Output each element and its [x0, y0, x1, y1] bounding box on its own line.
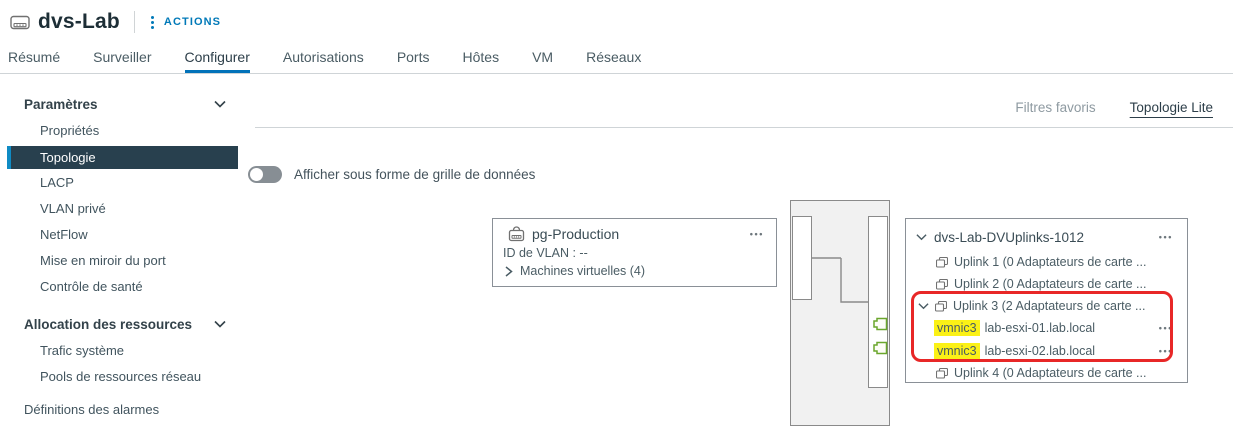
uplink4-row[interactable]: Uplink 4 (0 Adaptateurs de carte ... — [906, 363, 1187, 383]
actions-menu-button[interactable]: ACTIONS — [164, 16, 221, 28]
portgroup-ellipsis-button[interactable]: ••• — [750, 230, 764, 239]
chevron-right-icon — [505, 265, 513, 277]
uplink1-row[interactable]: Uplink 1 (0 Adaptateurs de carte ... — [906, 252, 1187, 272]
uplink-port-icon — [936, 278, 948, 290]
page-title: dvs-Lab — [38, 10, 120, 33]
sidebar-item-pools-ressources[interactable]: Pools de ressources réseau — [0, 364, 248, 390]
header-divider — [133, 11, 135, 33]
uplinks-box: dvs-Lab-DVUplinks-1012 ••• Uplink 1 (0 A… — [905, 218, 1188, 383]
sidebar-item-proprietes[interactable]: Propriétés — [0, 118, 248, 144]
uplinks-header[interactable]: dvs-Lab-DVUplinks-1012 ••• — [906, 227, 1187, 247]
tab-autorisations[interactable]: Autorisations — [283, 44, 364, 73]
uplinks-ellipsis-button[interactable]: ••• — [1159, 233, 1173, 242]
sidebar-section-label: Allocation des ressources — [24, 316, 193, 332]
virtual-machines-label: Machines virtuelles (4) — [520, 264, 646, 278]
topology-lite-link[interactable]: Topologie Lite — [1130, 100, 1213, 115]
uplink-port-icon — [936, 256, 948, 268]
distributed-switch-icon — [10, 15, 30, 30]
sidebar-item-definitions-alarmes[interactable]: Définitions des alarmes — [0, 396, 248, 423]
tab-surveiller[interactable]: Surveiller — [93, 44, 151, 73]
grid-view-toggle[interactable] — [248, 166, 282, 183]
host-label: lab-esxi-01.lab.local — [984, 321, 1096, 335]
content-divider — [255, 127, 1233, 128]
view-controls: Filtres favoris Topologie Lite — [1015, 100, 1213, 115]
host-label: lab-esxi-02.lab.local — [984, 344, 1096, 358]
vmnic-row[interactable]: vmnic3 lab-esxi-02.lab.local ••• — [906, 341, 1187, 361]
sidebar-item-lacp[interactable]: LACP — [0, 170, 248, 196]
tab-configurer[interactable]: Configurer — [184, 44, 250, 73]
uplink-port-icon — [935, 300, 947, 312]
tab-bar: Résumé Surveiller Configurer Autorisatio… — [0, 44, 1233, 74]
chevron-down-icon[interactable] — [916, 233, 927, 241]
grid-view-toggle-label: Afficher sous forme de grille de données — [294, 167, 536, 182]
portgroup-box: pg-Production ••• ID de VLAN : -- Machin… — [492, 218, 777, 287]
uplink3-label: Uplink 3 (2 Adaptateurs de carte ... — [953, 299, 1146, 313]
uplink4-label: Uplink 4 (0 Adaptateurs de carte ... — [954, 366, 1147, 380]
sidebar-item-controle-sante[interactable]: Contrôle de santé — [0, 274, 248, 300]
chevron-down-icon[interactable] — [918, 302, 929, 310]
settings-sidebar: Paramètres Propriétés Topologie LACP VLA… — [0, 74, 248, 444]
page-header: dvs-Lab ACTIONS — [0, 0, 1233, 44]
portgroup-header: pg-Production ••• — [493, 219, 776, 242]
sidebar-section-label: Paramètres — [24, 96, 98, 112]
uplink2-row[interactable]: Uplink 2 (0 Adaptateurs de carte ... — [906, 274, 1187, 294]
connection-step-lines — [812, 257, 868, 303]
uplink3-row[interactable]: Uplink 3 (2 Adaptateurs de carte ... — [906, 296, 1187, 316]
uplink-port-icon — [936, 367, 948, 379]
chevron-down-icon — [214, 320, 226, 328]
uplink1-label: Uplink 1 (0 Adaptateurs de carte ... — [954, 255, 1147, 269]
portgroup-title: pg-Production — [532, 226, 620, 242]
sidebar-item-netflow[interactable]: NetFlow — [0, 222, 248, 248]
sidebar-item-trafic-systeme[interactable]: Trafic système — [0, 338, 248, 364]
tab-reseaux[interactable]: Réseaux — [586, 44, 641, 73]
sidebar-section-allocation[interactable]: Allocation des ressources — [0, 310, 248, 338]
tab-resume[interactable]: Résumé — [8, 44, 60, 73]
tab-hotes[interactable]: Hôtes — [463, 44, 500, 73]
grid-view-toggle-row: Afficher sous forme de grille de données — [248, 166, 535, 183]
sidebar-item-topologie[interactable]: Topologie — [7, 146, 238, 169]
kebab-menu-icon[interactable] — [150, 15, 154, 29]
vmnic-highlight: vmnic3 — [934, 343, 980, 359]
switch-topology-body — [790, 200, 890, 426]
sidebar-item-vlan-prive[interactable]: VLAN privé — [0, 196, 248, 222]
sidebar-item-mise-en-miroir[interactable]: Mise en miroir du port — [0, 248, 248, 274]
virtual-machines-row[interactable]: Machines virtuelles (4) — [493, 260, 776, 278]
uplinks-title: dvs-Lab-DVUplinks-1012 — [934, 229, 1085, 245]
uplink2-label: Uplink 2 (0 Adaptateurs de carte ... — [954, 277, 1147, 291]
vmnic-row[interactable]: vmnic3 lab-esxi-01.lab.local ••• — [906, 318, 1187, 338]
favorite-filters-link[interactable]: Filtres favoris — [1015, 100, 1095, 115]
physical-nic-icon[interactable] — [873, 317, 888, 331]
portgroup-icon — [508, 226, 525, 242]
vmnic-ellipsis-button[interactable]: ••• — [1159, 324, 1173, 333]
vlan-id-row: ID de VLAN : -- — [503, 246, 588, 260]
vmnic-highlight: vmnic3 — [934, 320, 980, 336]
tab-ports[interactable]: Ports — [397, 44, 430, 73]
tab-vm[interactable]: VM — [532, 44, 553, 73]
chevron-down-icon — [214, 100, 226, 108]
vmnic-ellipsis-button[interactable]: ••• — [1159, 347, 1173, 356]
sidebar-section-parametres[interactable]: Paramètres — [0, 90, 248, 118]
dvs-lab-topology-page: dvs-Lab ACTIONS Résumé Surveiller Config… — [0, 0, 1233, 444]
physical-nic-icon[interactable] — [873, 341, 888, 355]
